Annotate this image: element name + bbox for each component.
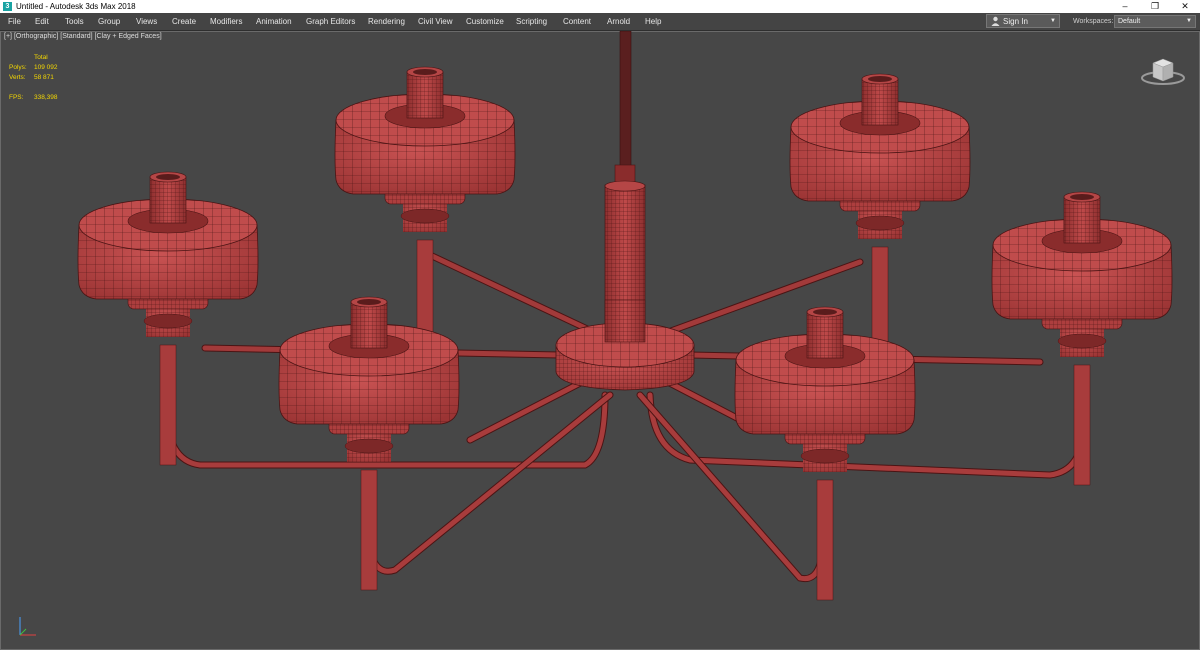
minimize-button[interactable]: – bbox=[1110, 0, 1140, 13]
menu-views[interactable]: Views bbox=[136, 13, 157, 30]
menu-rendering[interactable]: Rendering bbox=[368, 13, 405, 30]
menu-help[interactable]: Help bbox=[645, 13, 661, 30]
menu-arnold[interactable]: Arnold bbox=[607, 13, 630, 30]
verts-value: 58 871 bbox=[34, 74, 54, 81]
close-button[interactable]: ✕ bbox=[1170, 0, 1200, 13]
workspaces-value: Default bbox=[1118, 18, 1141, 25]
restore-button[interactable]: ❐ bbox=[1140, 0, 1170, 13]
fps-value: 338,398 bbox=[34, 94, 58, 101]
menu-scripting[interactable]: Scripting bbox=[516, 13, 547, 30]
window-title: Untitled - Autodesk 3ds Max 2018 bbox=[16, 2, 136, 11]
viewport-orthographic[interactable]: [+] [Orthographic] [Standard] [Clay + Ed… bbox=[0, 31, 1200, 650]
viewport-statistics: Total Polys: 109 092 Verts: 58 871 FPS: 338… bbox=[9, 53, 89, 103]
viewcube-icon[interactable] bbox=[1140, 53, 1186, 89]
menu-civil-view[interactable]: Civil View bbox=[418, 13, 453, 30]
viewport-label: [+] [Orthographic] [Standard] [Clay + Ed… bbox=[4, 33, 162, 40]
menu-create[interactable]: Create bbox=[172, 13, 196, 30]
viewport-display-mode[interactable]: [Clay + Edged Faces] bbox=[95, 33, 162, 40]
menu-edit[interactable]: Edit bbox=[35, 13, 49, 30]
workspaces-label: Workspaces: bbox=[1073, 18, 1114, 25]
viewport-point-of-view[interactable]: [Orthographic] bbox=[14, 33, 58, 40]
menu-tools[interactable]: Tools bbox=[65, 13, 84, 30]
polys-value: 109 092 bbox=[34, 64, 58, 71]
fps-label: FPS: bbox=[9, 94, 24, 101]
sign-in-dropdown[interactable]: Sign In ▼ bbox=[986, 14, 1060, 28]
menu-bar: File Edit Tools Group Views Create Modif… bbox=[0, 13, 1200, 31]
polys-label: Polys: bbox=[9, 64, 27, 71]
menu-graph-editors[interactable]: Graph Editors bbox=[306, 13, 355, 30]
stats-total-header: Total bbox=[34, 54, 48, 61]
chevron-down-icon: ▼ bbox=[1050, 18, 1056, 24]
menu-modifiers[interactable]: Modifiers bbox=[210, 13, 242, 30]
chevron-down-icon: ▼ bbox=[1186, 18, 1192, 24]
menu-group[interactable]: Group bbox=[98, 13, 120, 30]
viewport-shading-standard[interactable]: [Standard] bbox=[60, 33, 92, 40]
chandelier-model[interactable] bbox=[0, 31, 1200, 650]
sign-in-label: Sign In bbox=[1003, 17, 1028, 26]
menu-animation[interactable]: Animation bbox=[256, 13, 292, 30]
axis-tripod-icon bbox=[19, 617, 36, 636]
user-icon bbox=[991, 15, 1000, 31]
menu-content[interactable]: Content bbox=[563, 13, 591, 30]
app-logo-icon: 3 bbox=[3, 2, 12, 11]
title-bar: 3 Untitled - Autodesk 3ds Max 2018 – ❐ ✕ bbox=[0, 0, 1200, 13]
viewport-menu-plus[interactable]: [+] bbox=[4, 33, 12, 40]
workspaces-select[interactable]: Default ▼ bbox=[1114, 15, 1196, 28]
verts-label: Verts: bbox=[9, 74, 26, 81]
menu-file[interactable]: File bbox=[8, 13, 21, 30]
menu-customize[interactable]: Customize bbox=[466, 13, 504, 30]
